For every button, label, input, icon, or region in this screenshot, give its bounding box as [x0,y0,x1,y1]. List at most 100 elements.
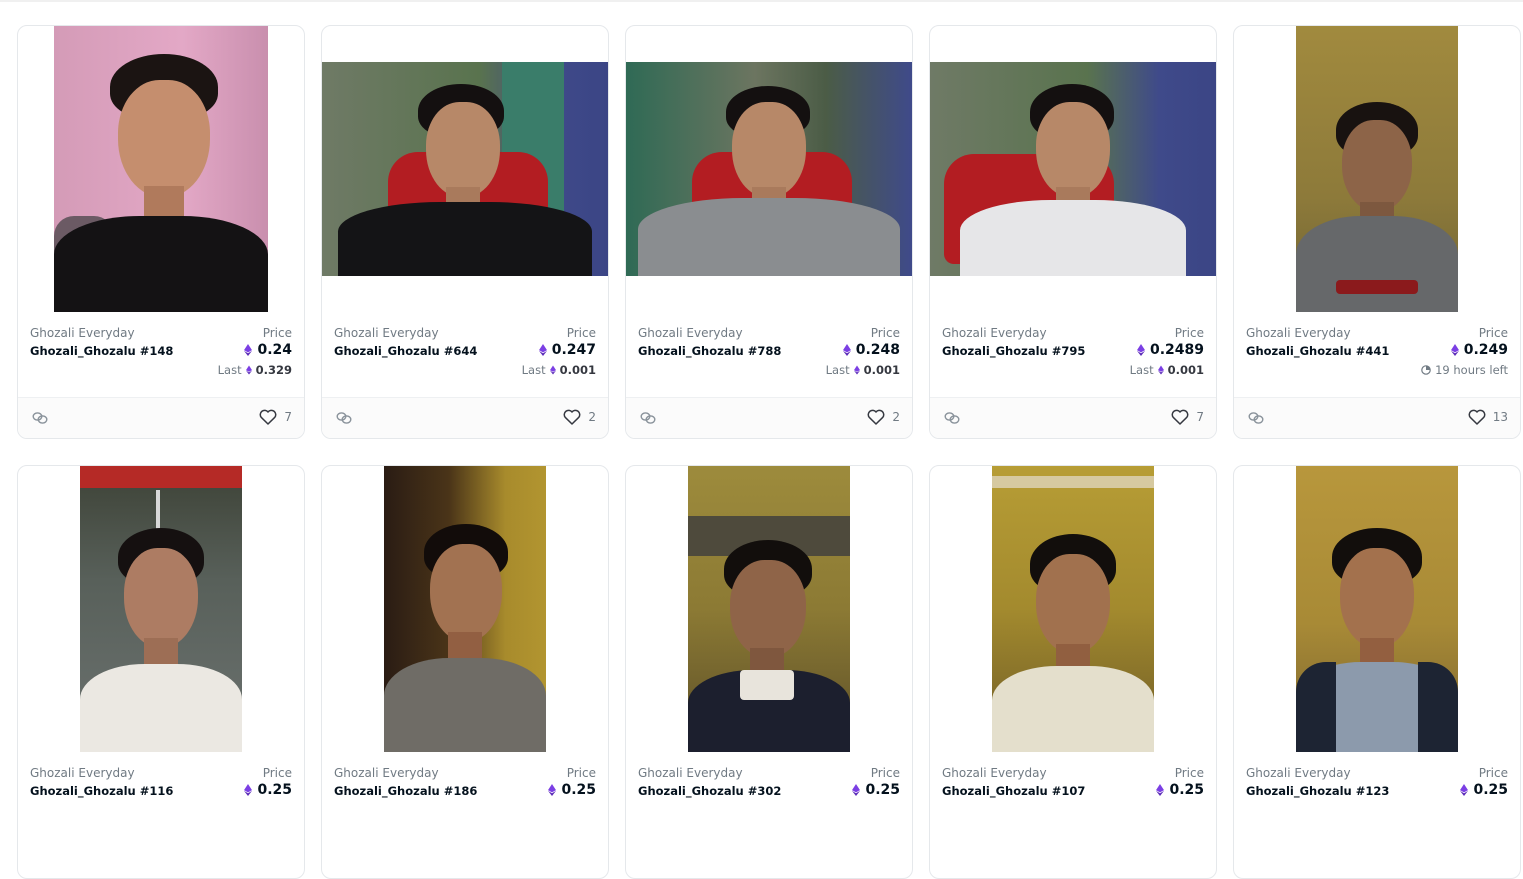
ethereum-icon [1156,784,1165,796]
asset-card[interactable]: Ghozali Everyday Ghozali_Ghozalu #107 Pr… [929,465,1217,879]
favorite-button[interactable]: 2 [867,409,900,425]
heart-icon [563,409,581,425]
asset-info: Ghozali Everyday Ghozali_Ghozalu #148 Pr… [30,324,292,384]
asset-info: Ghozali Everyday Ghozali_Ghozalu #302 Pr… [638,764,900,824]
favorite-count: 2 [588,410,596,424]
collection-name[interactable]: Ghozali Everyday [1246,326,1351,340]
selfie-photo [688,466,850,752]
clock-icon [1421,365,1431,375]
price-label: Price [1174,326,1204,340]
asset-info: Ghozali Everyday Ghozali_Ghozalu #186 Pr… [334,764,596,824]
last-sale: Last 0.001 [522,363,596,377]
token-name[interactable]: Ghozali_Ghozalu #123 [1246,784,1389,798]
heart-icon [1171,409,1189,425]
last-label: Last [825,363,850,377]
token-name[interactable]: Ghozali_Ghozalu #644 [334,344,477,358]
price-label: Price [262,326,292,340]
selfie-photo [1296,26,1458,312]
price-value: 0.25 [865,782,900,798]
asset-image[interactable] [322,466,608,752]
asset-card[interactable]: Ghozali Everyday Ghozali_Ghozalu #441 Pr… [1233,25,1521,439]
card-footer: 7 [930,397,1216,438]
token-name[interactable]: Ghozali_Ghozalu #441 [1246,344,1389,358]
price: 0.25 [548,782,596,798]
last-sale-value: 0.001 [863,363,900,377]
price-label: Price [870,766,900,780]
asset-info: Ghozali Everyday Ghozali_Ghozalu #795 Pr… [942,324,1204,384]
chain-link-icon[interactable] [336,410,352,424]
token-name[interactable]: Ghozali_Ghozalu #186 [334,784,477,798]
token-name[interactable]: Ghozali_Ghozalu #107 [942,784,1085,798]
selfie-photo [384,466,546,752]
last-label: Last [217,363,242,377]
favorite-button[interactable]: 2 [563,409,596,425]
price: 0.2489 [1136,342,1204,358]
price-label: Price [566,326,596,340]
favorite-button[interactable]: 7 [1171,409,1204,425]
asset-image[interactable] [930,26,1216,312]
last-sale: Last 0.001 [1130,363,1204,377]
asset-image[interactable] [18,466,304,752]
asset-card[interactable]: Ghozali Everyday Ghozali_Ghozalu #302 Pr… [625,465,913,879]
collection-name[interactable]: Ghozali Everyday [638,326,743,340]
ethereum-icon [852,784,861,796]
asset-image[interactable] [1234,26,1520,312]
collection-name[interactable]: Ghozali Everyday [942,766,1047,780]
asset-image[interactable] [930,466,1216,752]
heart-icon [867,409,885,425]
selfie-photo [992,466,1154,752]
asset-image[interactable] [626,466,912,752]
price-value: 0.25 [257,782,292,798]
asset-info: Ghozali Everyday Ghozali_Ghozalu #116 Pr… [30,764,292,824]
last-label: Last [521,363,546,377]
selfie-photo [322,62,608,276]
price-label: Price [1478,766,1508,780]
top-divider [0,0,1523,2]
chain-link-icon[interactable] [640,410,656,424]
selfie-photo [626,62,912,276]
asset-image[interactable] [322,26,608,312]
asset-image[interactable] [1234,466,1520,752]
collection-name[interactable]: Ghozali Everyday [942,326,1047,340]
price-value: 0.25 [1473,782,1508,798]
price-label: Price [1174,766,1204,780]
time-left-text: 19 hours left [1435,363,1508,377]
selfie-photo [930,62,1216,276]
chain-link-icon[interactable] [32,410,48,424]
ethereum-icon [549,365,556,375]
time-left: 19 hours left [1421,363,1508,377]
chain-link-icon[interactable] [944,410,960,424]
favorite-button[interactable]: 13 [1468,409,1508,425]
asset-card[interactable]: Ghozali Everyday Ghozali_Ghozalu #795 Pr… [929,25,1217,439]
token-name[interactable]: Ghozali_Ghozalu #302 [638,784,781,798]
heart-icon [1468,409,1486,425]
price: 0.248 [842,342,900,358]
asset-card[interactable]: Ghozali Everyday Ghozali_Ghozalu #644 Pr… [321,25,609,439]
last-sale: Last 0.001 [826,363,900,377]
last-label: Last [1129,363,1154,377]
token-name[interactable]: Ghozali_Ghozalu #795 [942,344,1085,358]
price: 0.25 [1156,782,1204,798]
asset-card[interactable]: Ghozali Everyday Ghozali_Ghozalu #788 Pr… [625,25,913,439]
token-name[interactable]: Ghozali_Ghozalu #148 [30,344,173,358]
price-label: Price [262,766,292,780]
asset-card[interactable]: Ghozali Everyday Ghozali_Ghozalu #123 Pr… [1233,465,1521,879]
chain-link-icon[interactable] [1248,410,1264,424]
token-name[interactable]: Ghozali_Ghozalu #788 [638,344,781,358]
asset-image[interactable] [18,26,304,312]
asset-card[interactable]: Ghozali Everyday Ghozali_Ghozalu #148 Pr… [17,25,305,439]
collection-name[interactable]: Ghozali Everyday [334,766,439,780]
asset-card[interactable]: Ghozali Everyday Ghozali_Ghozalu #186 Pr… [321,465,609,879]
selfie-photo [1296,466,1458,752]
collection-name[interactable]: Ghozali Everyday [334,326,439,340]
asset-image[interactable] [626,26,912,312]
collection-name[interactable]: Ghozali Everyday [638,766,743,780]
collection-name[interactable]: Ghozali Everyday [1246,766,1351,780]
token-name[interactable]: Ghozali_Ghozalu #116 [30,784,173,798]
price-value: 0.249 [1463,342,1508,358]
ethereum-icon [548,784,557,796]
favorite-button[interactable]: 7 [259,409,292,425]
collection-name[interactable]: Ghozali Everyday [30,326,135,340]
collection-name[interactable]: Ghozali Everyday [30,766,135,780]
asset-card[interactable]: Ghozali Everyday Ghozali_Ghozalu #116 Pr… [17,465,305,879]
